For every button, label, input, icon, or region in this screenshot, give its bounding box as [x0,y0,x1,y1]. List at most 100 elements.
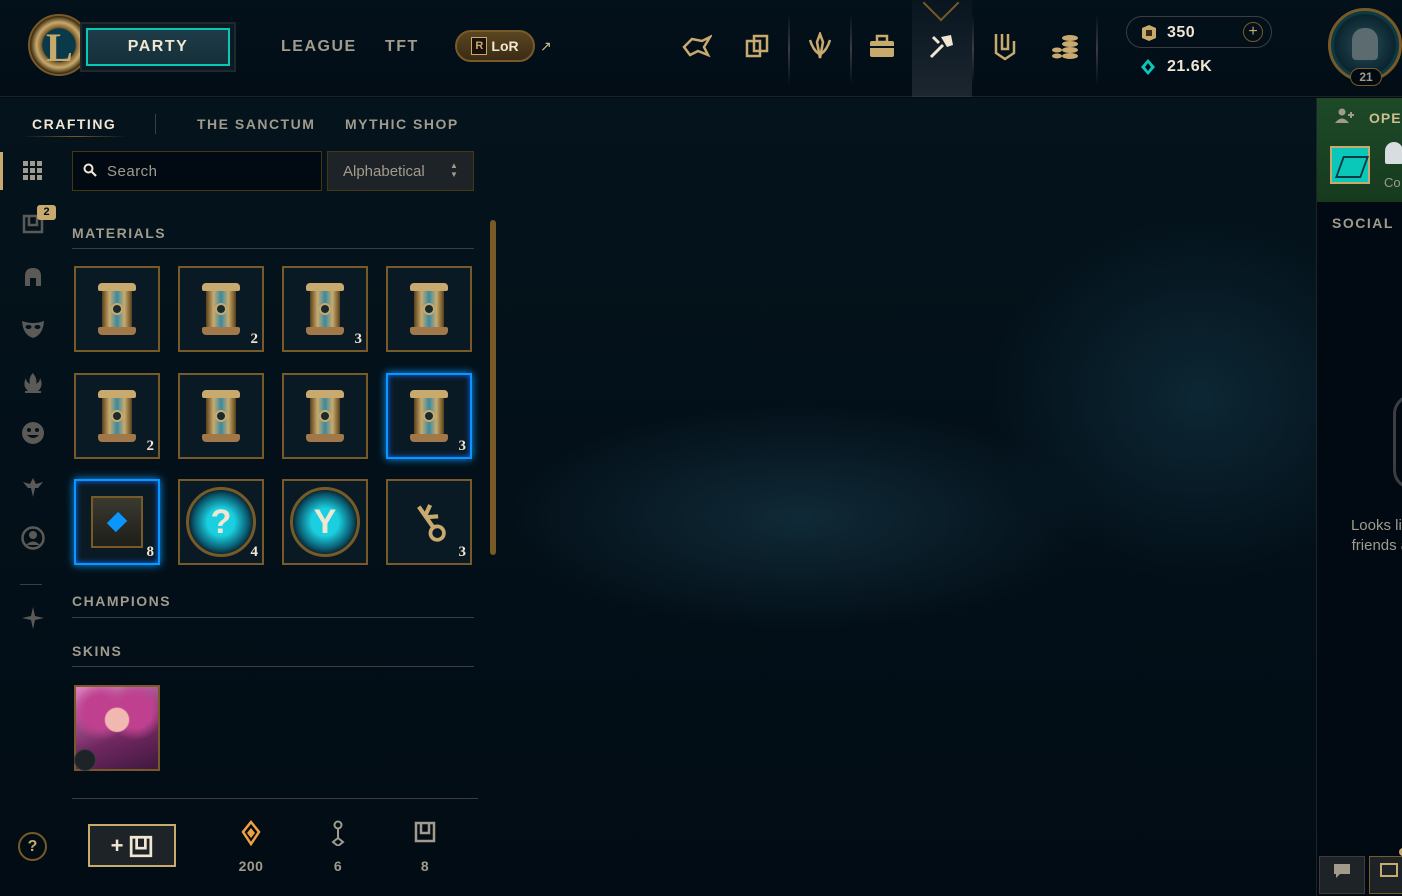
nav-divider [788,14,790,84]
chat-button[interactable] [1319,856,1365,894]
loot-tile-skin[interactable] [74,685,160,771]
section-title-skins: SKINS [72,643,123,659]
subnav-divider [155,114,156,134]
section-title-champions: CHAMPIONS [72,593,172,609]
section-title-materials: MATERIALS [72,225,167,241]
ward-flame-icon[interactable] [20,370,46,396]
orange-essence-icon [236,819,266,852]
rune-icon[interactable] [20,605,46,631]
loot-tile-capsule[interactable] [386,266,472,352]
emote-face-icon[interactable] [20,420,46,446]
profile-icon[interactable] [20,525,46,551]
loot-tile-emote-orb[interactable]: Y [282,479,368,565]
keys-amount: 6 [333,858,343,874]
section-divider [72,248,474,249]
loot-tile-capsule[interactable]: 2 [178,266,264,352]
tab-crafting[interactable]: CRAFTING [32,116,116,132]
search-input[interactable] [107,160,307,182]
empty-friends-text: Looks like your friends aren't a [1350,517,1402,554]
profile-avatar[interactable]: 21 [1328,8,1402,88]
loot-tile-chest[interactable]: 8 [74,479,160,565]
loot-tile-mystery-orb[interactable]: ? 4 [178,479,264,565]
open-party-label: OPEN PARTY [1369,110,1402,126]
material-capsule-icon [202,283,240,335]
blue-essence-icon [1140,58,1156,81]
riot-points-amount: 350 [1167,24,1196,41]
lor-label: LoR [491,38,519,54]
search-field[interactable] [72,151,322,191]
tft-icon[interactable] [20,474,46,500]
honor-icon[interactable] [800,26,840,66]
nav-tft[interactable]: TFT [385,38,419,56]
party-member-icon [1385,142,1402,164]
loot-tile-capsule[interactable]: 2 [74,373,160,459]
hextech-chest-icon [91,496,143,548]
champion-helm-icon[interactable] [20,264,46,290]
add-chest-button[interactable]: + [88,824,176,867]
social-title: SOCIAL [1332,215,1394,231]
party-button[interactable]: PARTY [80,22,236,72]
blue-essence-amount: 21.6K [1167,58,1213,75]
loot-count: 8 [146,544,155,560]
loot-bag-icon[interactable] [862,26,902,66]
footer-divider [72,798,478,799]
party-members-icon [1335,108,1355,127]
profile-helm-icon [1352,28,1378,60]
skin-mask-icon[interactable] [20,316,46,342]
section-divider [72,666,474,667]
store-coins-icon[interactable] [1045,26,1085,66]
emote-orb-icon: Y [290,487,360,557]
chest-count-badge: 2 [37,205,56,220]
clash-shield-icon[interactable] [985,26,1025,66]
lor-button[interactable]: R LoR [455,30,535,62]
add-chest-plus: + [110,832,124,858]
key-icon [323,820,353,852]
loot-tile-capsule[interactable] [178,373,264,459]
material-capsule-icon [98,390,136,442]
notifications-button[interactable] [1369,856,1402,894]
loot-scrollbar[interactable] [490,220,496,555]
loot-tile-capsule[interactable] [74,266,160,352]
loot-count: 3 [354,331,363,347]
sort-selected-value: Alphabetical [343,163,425,180]
empty-friends-icon [1393,394,1402,490]
tab-the-sanctum[interactable]: THE SANCTUM [197,116,315,132]
material-capsule-icon [98,283,136,335]
nav-divider [850,14,852,84]
loot-tile-key[interactable]: ⚷ 3 [386,479,472,565]
nav-divider [972,14,974,84]
loot-tile-capsule[interactable]: 3 [386,373,472,459]
tft-little-legends-icon[interactable] [677,26,717,66]
loot-count: 3 [458,438,467,454]
loot-count: 4 [250,544,259,560]
nav-divider [1096,14,1098,84]
tab-active-underline [22,136,128,137]
material-capsule-icon [306,283,344,335]
party-member-label: Co [1384,175,1401,190]
skin-shard-badge-icon [74,749,96,771]
collection-cards-icon[interactable] [737,26,777,66]
help-button[interactable]: ? [18,832,47,861]
chests-amount: 8 [420,858,430,874]
mystery-orb-icon: ? [186,487,256,557]
tab-mythic-shop[interactable]: MYTHIC SHOP [345,116,459,132]
rail-active-indicator [0,152,3,190]
nav-league[interactable]: LEAGUE [281,38,357,56]
loot-count: 3 [458,544,467,560]
grid-all-icon[interactable] [20,158,46,184]
loot-tile-capsule[interactable]: 3 [282,266,368,352]
external-link-icon: ↗ [540,38,552,54]
material-capsule-icon [410,283,448,335]
open-party-panel[interactable]: OPEN PARTY Co [1317,98,1402,202]
party-label: PARTY [86,28,230,66]
party-icon [1330,146,1370,184]
orange-essence-amount: 200 [238,858,264,874]
section-divider [72,617,474,618]
loot-count: 2 [146,438,155,454]
crafting-hammer-icon[interactable] [922,26,962,66]
lor-logo-icon: R [471,37,488,55]
add-rp-button[interactable]: + [1243,22,1263,42]
loot-tile-capsule[interactable] [282,373,368,459]
sort-updown-icon: ▲ ▼ [450,161,458,179]
chest-icon [410,820,440,850]
